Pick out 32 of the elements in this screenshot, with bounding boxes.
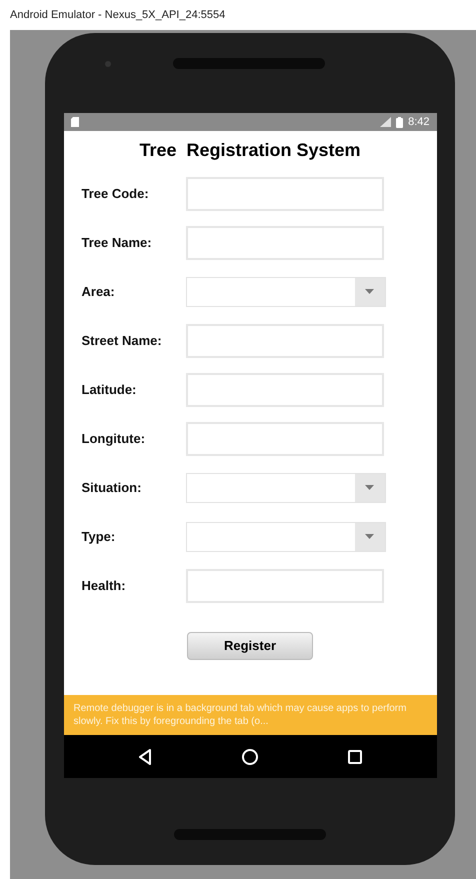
input-field[interactable] <box>186 176 384 210</box>
app-title: Tree Registration System <box>139 138 361 162</box>
caret-icon <box>365 289 374 294</box>
input-field[interactable] <box>186 372 384 406</box>
field-label: Tree Code: <box>82 184 150 203</box>
input-field[interactable] <box>186 324 384 358</box>
field-label: Situation: <box>82 478 142 497</box>
caret-icon <box>365 534 374 539</box>
field-label: Street Name: <box>82 332 163 350</box>
dropdown-field[interactable] <box>186 276 386 306</box>
back-icon[interactable] <box>138 748 152 764</box>
recents-icon[interactable] <box>348 750 362 764</box>
field-label: Longitute: <box>82 430 146 448</box>
field-label: Type: <box>82 528 116 546</box>
field-label: Health: <box>82 576 127 595</box>
input-field[interactable] <box>186 568 384 602</box>
signal-icon <box>380 117 392 127</box>
home-icon[interactable] <box>242 748 258 764</box>
input-field[interactable] <box>186 226 384 260</box>
field-label: Latitude: <box>82 380 138 399</box>
register-button[interactable]: Register <box>187 632 313 660</box>
status-time: 8:42 <box>408 114 430 130</box>
caret-icon <box>365 485 374 490</box>
field-label: Area: <box>82 282 116 301</box>
sd-card-icon <box>70 117 78 127</box>
dropdown-field[interactable] <box>186 472 386 502</box>
window-title: Android Emulator - Nexus_5X_API_24:5554 <box>10 8 226 23</box>
input-field[interactable] <box>186 422 384 456</box>
battery-icon <box>396 116 404 128</box>
field-label: Tree Name: <box>82 234 153 252</box>
banner-text: Remote debugger is in a background tab which may cause apps to perform slowly. Fix this by foregrounding the tab (o... <box>74 702 408 728</box>
dropdown-field[interactable] <box>186 522 386 552</box>
